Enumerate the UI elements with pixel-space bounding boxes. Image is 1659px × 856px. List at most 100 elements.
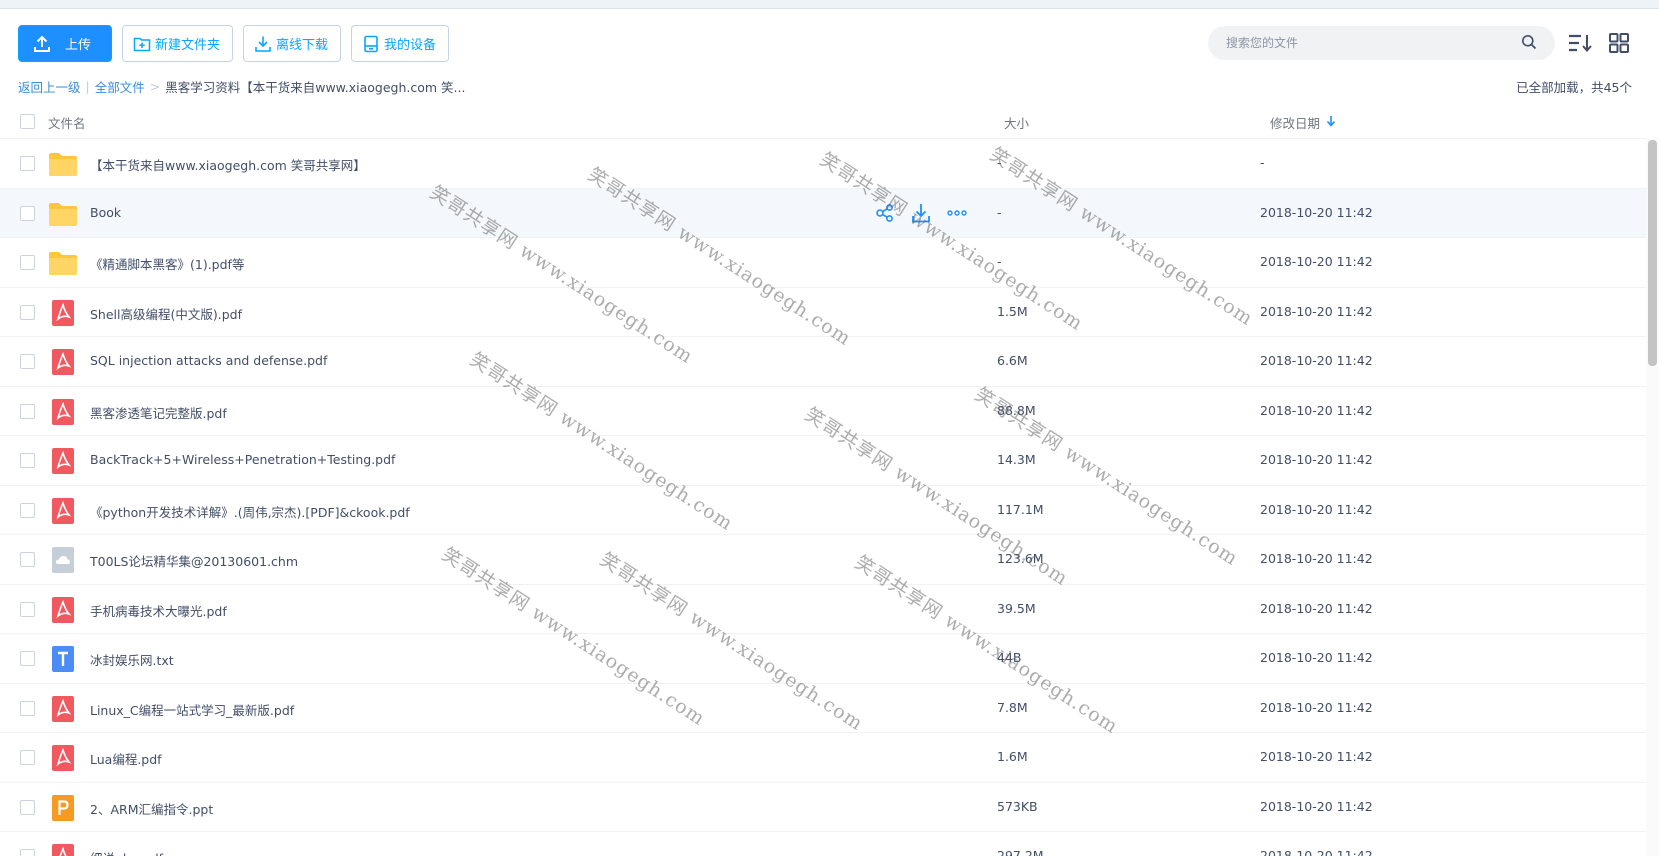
file-row[interactable]: 【本干货来自www.xiaogegh.com 笑哥共享网】 - - — [0, 139, 1646, 189]
file-row[interactable]: 《python开发技术详解》.(周伟,宗杰).[PDF]&ckook.pdf 11… — [0, 486, 1646, 535]
file-list: 【本干货来自www.xiaogegh.com 笑哥共享网】 - - Book - 2018… — [0, 139, 1646, 856]
pdf-icon — [48, 497, 78, 524]
row-checkbox[interactable] — [20, 354, 35, 369]
file-date: 2018-10-20 11:42 — [1260, 699, 1373, 715]
file-size: 39.5M — [997, 600, 1036, 616]
row-checkbox[interactable] — [20, 502, 35, 518]
row-checkbox[interactable] — [20, 601, 35, 617]
pdf-icon — [48, 844, 78, 856]
pdf-icon — [48, 596, 78, 623]
file-date: 2018-10-20 11:42 — [1260, 551, 1373, 566]
pdf-icon — [48, 398, 78, 425]
row-checkbox[interactable] — [20, 750, 35, 765]
file-name[interactable]: 黑客渗透笔记完整版.pdf — [90, 403, 227, 422]
row-checkbox[interactable] — [20, 651, 35, 666]
my-devices-button[interactable]: 我的设备 — [351, 25, 450, 62]
file-size: 44B — [997, 650, 1022, 665]
file-name[interactable]: Shell高级编程(中文版).pdf — [90, 304, 242, 323]
share-icon[interactable] — [874, 202, 896, 224]
list-header: 文件名 大小 修改日期 — [0, 103, 1646, 139]
upload-button[interactable]: 上传 — [18, 25, 113, 62]
file-name[interactable]: Book — [90, 205, 121, 220]
file-date: 2018-10-20 11:42 — [1260, 501, 1373, 517]
file-name[interactable]: T00LS论坛精华集@20130601.chm — [90, 551, 298, 570]
all-files-link[interactable]: 全部文件 — [95, 77, 145, 96]
file-size: 6.6M — [997, 353, 1028, 368]
file-row[interactable]: 2、ARM汇编指令.ppt 573KB 2018-10-20 11:42 — [0, 783, 1646, 832]
file-row[interactable]: 《精通脚本黑客》(1).pdf等 - 2018-10-20 11:42 — [0, 238, 1646, 288]
row-checkbox[interactable] — [20, 799, 35, 815]
row-checkbox[interactable] — [20, 304, 35, 320]
row-checkbox[interactable] — [20, 552, 35, 567]
new-folder-button[interactable]: 新建文件夹 — [122, 25, 234, 62]
file-row[interactable]: Shell高级编程(中文版).pdf 1.5M 2018-10-20 11:42 — [0, 288, 1646, 337]
row-checkbox[interactable] — [20, 255, 35, 270]
select-all-checkbox[interactable] — [20, 114, 35, 129]
file-row[interactable]: Lua编程.pdf 1.6M 2018-10-20 11:42 — [0, 733, 1646, 783]
file-row[interactable]: 细说php.pdf 297.2M 2018-10-20 11:42 — [0, 832, 1646, 856]
column-date-label: 修改日期 — [1270, 116, 1321, 131]
file-row[interactable]: BackTrack+5+Wireless+Penetration+Testing… — [0, 436, 1646, 486]
search-box — [1208, 26, 1555, 60]
scrollbar-thumb[interactable] — [1648, 140, 1657, 366]
more-icon[interactable] — [946, 202, 968, 224]
row-checkbox[interactable] — [20, 700, 35, 716]
file-date: 2018-10-20 11:42 — [1260, 749, 1373, 764]
file-size: 1.5M — [997, 303, 1028, 319]
pdf-icon — [48, 299, 78, 326]
file-row[interactable]: SQL injection attacks and defense.pdf 6.6… — [0, 337, 1646, 387]
file-row[interactable]: T00LS论坛精华集@20130601.chm 123.6M 2018-10-20 … — [0, 535, 1646, 585]
file-date: 2018-10-20 11:42 — [1260, 303, 1373, 319]
row-checkbox[interactable] — [20, 205, 35, 221]
file-name[interactable]: Lua编程.pdf — [90, 749, 162, 768]
sort-icon[interactable] — [1567, 31, 1593, 55]
file-date: 2018-10-20 11:42 — [1260, 254, 1373, 269]
row-checkbox[interactable] — [20, 849, 35, 856]
file-name[interactable]: BackTrack+5+Wireless+Penetration+Testing… — [90, 452, 395, 467]
file-size: - — [997, 204, 1002, 220]
my-devices-label: 我的设备 — [384, 38, 437, 53]
file-name[interactable]: Linux_C编程一站式学习_最新版.pdf — [90, 700, 294, 719]
file-name[interactable]: 《python开发技术详解》.(周伟,宗杰).[PDF]&ckook.pdf — [90, 502, 410, 521]
download-icon — [254, 35, 272, 53]
search-input[interactable] — [1226, 36, 1521, 50]
pdf-icon — [48, 448, 78, 474]
file-size: 88.8M — [997, 402, 1036, 418]
file-date: 2018-10-20 11:42 — [1260, 798, 1373, 814]
row-checkbox[interactable] — [20, 403, 35, 419]
file-row[interactable]: 冰封娱乐网.txt 44B 2018-10-20 11:42 — [0, 634, 1646, 684]
folder-icon — [48, 151, 78, 177]
offline-download-button[interactable]: 离线下载 — [243, 25, 342, 62]
file-name[interactable]: SQL injection attacks and defense.pdf — [90, 353, 327, 368]
column-size: 大小 — [1004, 116, 1030, 131]
file-row[interactable]: Linux_C编程一站式学习_最新版.pdf 7.8M 2018-10-20 11:… — [0, 684, 1646, 733]
file-name[interactable]: 【本干货来自www.xiaogegh.com 笑哥共享网】 — [90, 155, 366, 174]
file-row[interactable]: 手机病毒技术大曝光.pdf 39.5M 2018-10-20 11:42 — [0, 585, 1646, 634]
file-name[interactable]: 《精通脚本黑客》(1).pdf等 — [90, 254, 244, 273]
grid-view-icon[interactable] — [1607, 31, 1633, 55]
download-icon[interactable] — [910, 202, 932, 224]
file-name[interactable]: 2、ARM汇编指令.ppt — [90, 799, 213, 818]
file-row[interactable]: Book - 2018-10-20 11:42 — [0, 188, 1646, 238]
file-name[interactable]: 细说php.pdf — [90, 848, 163, 856]
column-date[interactable]: 修改日期 — [1270, 113, 1336, 132]
file-row[interactable]: 黑客渗透笔记完整版.pdf 88.8M 2018-10-20 11:42 — [0, 387, 1646, 436]
breadcrumb-separator: | — [85, 79, 90, 94]
file-size: - — [997, 155, 1002, 170]
file-date: 2018-10-20 11:42 — [1260, 353, 1373, 368]
search-icon[interactable] — [1521, 34, 1537, 53]
back-link[interactable]: 返回上一级 — [18, 77, 81, 96]
file-date: 2018-10-20 11:42 — [1260, 650, 1373, 665]
chm-icon — [48, 547, 78, 573]
pdf-icon — [48, 695, 78, 722]
upload-icon — [33, 35, 51, 53]
breadcrumb: 返回上一级 | 全部文件 > 黑客学习资料【本干货来自www.xiaogegh.… — [18, 77, 465, 96]
sort-down-arrow-icon — [1326, 115, 1336, 130]
file-size: 117.1M — [997, 501, 1044, 517]
column-name: 文件名 — [48, 116, 86, 131]
file-name[interactable]: 手机病毒技术大曝光.pdf — [90, 601, 227, 620]
file-name[interactable]: 冰封娱乐网.txt — [90, 650, 174, 669]
row-checkbox[interactable] — [20, 453, 35, 468]
file-size: 1.6M — [997, 749, 1028, 764]
row-checkbox[interactable] — [20, 156, 35, 171]
